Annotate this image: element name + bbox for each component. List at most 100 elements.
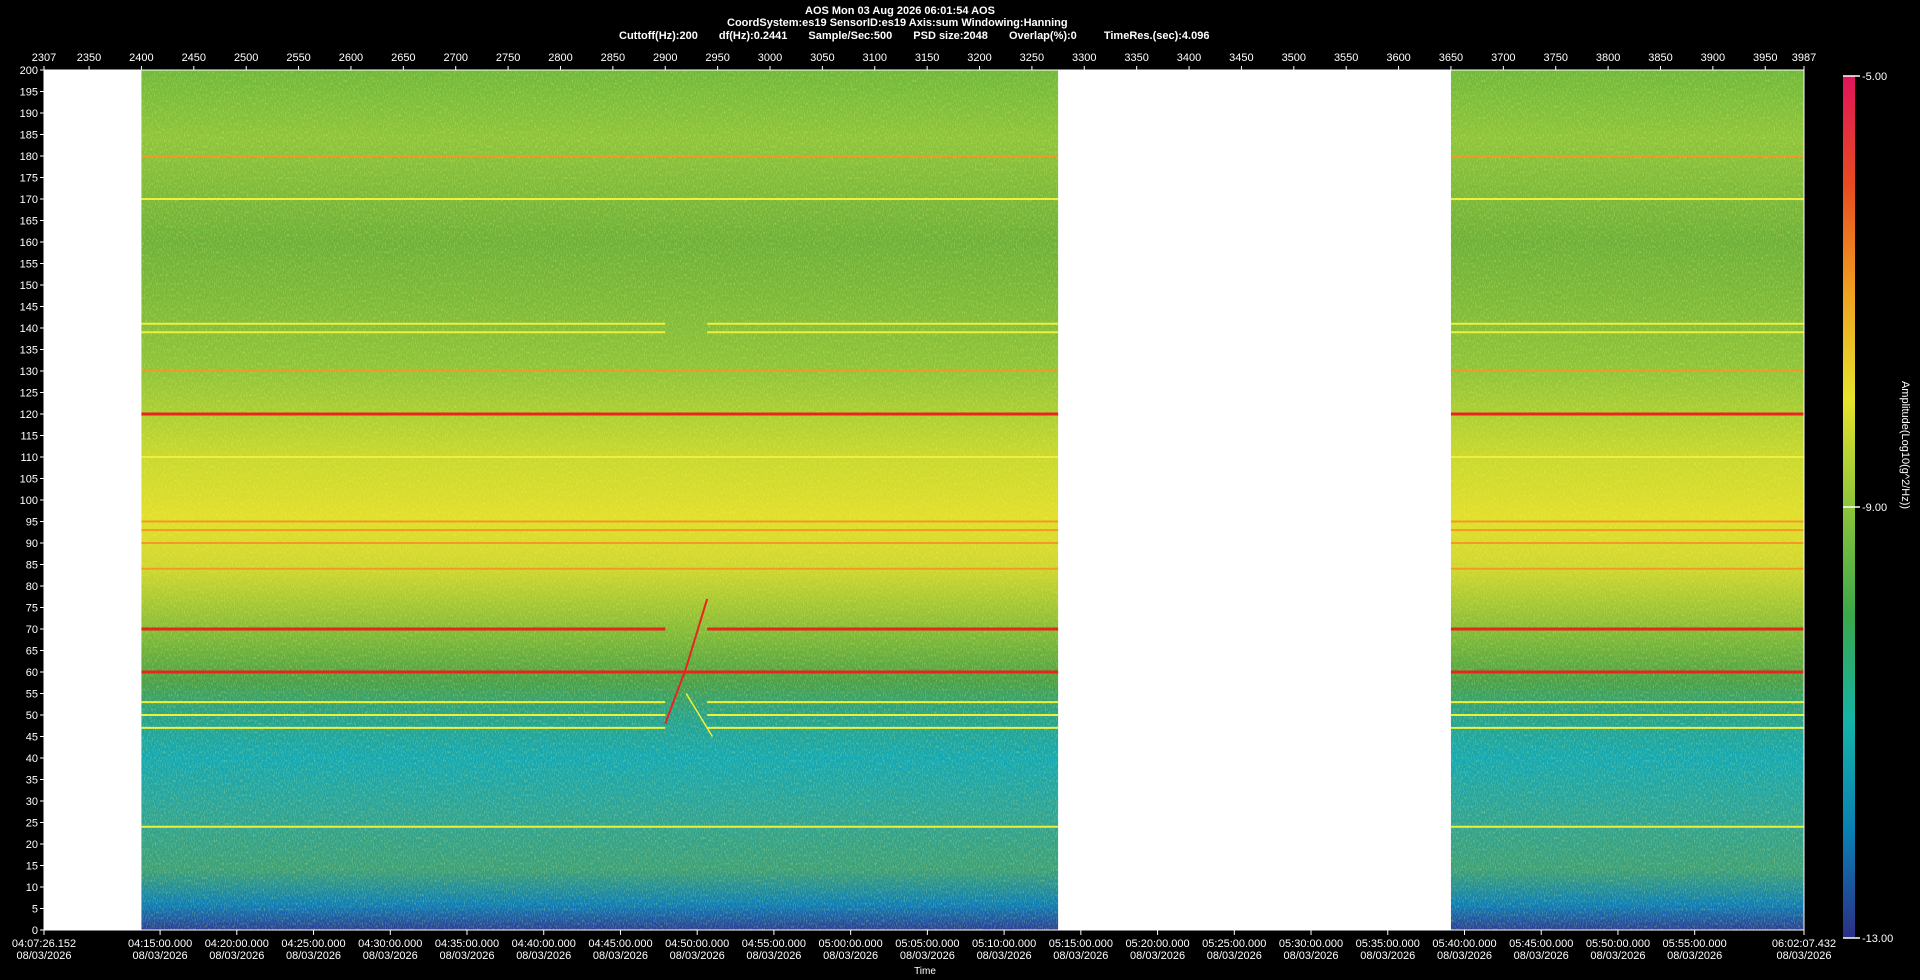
time-tick-label: 05:45:00.000: [1509, 938, 1573, 950]
top-axis: 2307 2350 2400 2450 2500 2550 2600 2650 2700 2750…: [32, 52, 1816, 70]
top-tick-label: 2400: [129, 52, 153, 64]
y-tick-label: 80: [26, 581, 38, 593]
top-tick-label: 3700: [1491, 52, 1515, 64]
time-tick-label: 04:35:00.000: [435, 938, 499, 950]
y-tick-label: 170: [20, 194, 38, 206]
time-tick-date: 08/03/2026: [133, 950, 188, 962]
y-tick-label: 145: [20, 302, 38, 314]
x-axis-label: Time: [914, 966, 936, 977]
y-tick-label: 165: [20, 216, 38, 228]
top-tick-label: 3450: [1229, 52, 1253, 64]
time-tick-date: 08/03/2026: [670, 950, 725, 962]
y-tick-label: 45: [26, 732, 38, 744]
y-tick-label: 30: [26, 796, 38, 808]
time-tick-date: 08/03/2026: [1667, 950, 1722, 962]
top-tick-label: 2600: [339, 52, 363, 64]
y-tick-label: 155: [20, 259, 38, 271]
top-tick-label: 3350: [1124, 52, 1148, 64]
y-tick-label: 5: [32, 904, 38, 916]
time-tick-label: 05:30:00.000: [1279, 938, 1343, 950]
time-tick-label: 04:55:00.000: [742, 938, 806, 950]
time-tick-label: 04:45:00.000: [588, 938, 652, 950]
time-tick-date: 08/03/2026: [1283, 950, 1338, 962]
y-tick-label: 70: [26, 624, 38, 636]
colorbar-tick-label: -13.00: [1862, 933, 1893, 945]
y-tick-label: 110: [20, 452, 38, 464]
time-tick-date: 08/03/2026: [1514, 950, 1569, 962]
top-tick-label: 2500: [234, 52, 258, 64]
time-tick-date: 08/03/2026: [1207, 950, 1262, 962]
time-tick-date: 08/03/2026: [516, 950, 571, 962]
time-tick-label: 06:02:07.432: [1772, 938, 1836, 950]
top-tick-label: 2450: [182, 52, 206, 64]
time-tick-date: 08/03/2026: [439, 950, 494, 962]
top-tick-label: 2750: [496, 52, 520, 64]
top-tick-label: 3100: [863, 52, 887, 64]
time-tick-date: 08/03/2026: [1776, 950, 1831, 962]
spectrogram-chart: 0 5 10 15 20 25 30 35 40 45 50 55 60 65 70 75 80 85 90 95 10…: [12, 52, 1911, 977]
time-tick-label: 04:25:00.000: [281, 938, 345, 950]
time-tick-date: 08/03/2026: [1437, 950, 1492, 962]
y-tick-label: 105: [20, 474, 38, 486]
y-tick-label: 200: [20, 65, 38, 77]
time-tick-date: 08/03/2026: [16, 950, 71, 962]
top-tick-label: 3050: [810, 52, 834, 64]
time-tick-label: 05:05:00.000: [895, 938, 959, 950]
y-tick-label: 50: [26, 710, 38, 722]
y-tick-label: 195: [20, 87, 38, 99]
top-tick-label: 2800: [548, 52, 572, 64]
y-tick-label: 115: [20, 431, 38, 443]
top-tick-label: 3250: [1020, 52, 1044, 64]
y-tick-label: 55: [26, 689, 38, 701]
y-axis: 0 5 10 15 20 25 30 35 40 45 50 55 60 65 70 75 80 85 90 95 10…: [20, 65, 44, 937]
y-tick-label: 125: [20, 388, 38, 400]
top-tick-label: 2550: [286, 52, 310, 64]
time-tick-label: 05:35:00.000: [1356, 938, 1420, 950]
top-tick-label: 3750: [1543, 52, 1567, 64]
time-axis: 04:07:26.15208/03/202604:15:00.00008/03/…: [12, 930, 1836, 962]
top-tick-label: 3987: [1792, 52, 1816, 64]
time-tick-date: 08/03/2026: [286, 950, 341, 962]
time-tick-label: 05:50:00.000: [1586, 938, 1650, 950]
top-tick-label: 3850: [1648, 52, 1672, 64]
colorbar-tick-label: -9.00: [1862, 502, 1887, 514]
time-tick-label: 04:20:00.000: [205, 938, 269, 950]
time-tick-date: 08/03/2026: [1053, 950, 1108, 962]
time-tick-label: 05:20:00.000: [1125, 938, 1189, 950]
top-tick-label: 3800: [1596, 52, 1620, 64]
time-tick-date: 08/03/2026: [1130, 950, 1185, 962]
top-tick-label: 3400: [1177, 52, 1201, 64]
top-tick-label: 3300: [1072, 52, 1096, 64]
y-tick-label: 160: [20, 237, 38, 249]
y-tick-label: 95: [26, 517, 38, 529]
colorbar-label: Amplitude(Log10(g^2/Hz)): [1899, 381, 1911, 509]
time-tick-label: 05:25:00.000: [1202, 938, 1266, 950]
top-tick-label: 3900: [1701, 52, 1725, 64]
colorbar: -5.00 -9.00 -13.00 Amplitude(Log10(g^2/Hz)…: [1843, 71, 1911, 945]
y-tick-label: 135: [20, 345, 38, 357]
y-tick-label: 20: [26, 839, 38, 851]
time-tick-date: 08/03/2026: [746, 950, 801, 962]
y-tick-label: 60: [26, 667, 38, 679]
top-tick-label: 3500: [1282, 52, 1306, 64]
y-tick-label: 90: [26, 538, 38, 550]
top-tick-label: 3150: [915, 52, 939, 64]
top-tick-label: 2950: [705, 52, 729, 64]
y-tick-label: 0: [32, 925, 38, 937]
y-tick-label: 25: [26, 818, 38, 830]
time-tick-date: 08/03/2026: [1360, 950, 1415, 962]
top-tick-label: 2850: [601, 52, 625, 64]
top-tick-label: 2307: [32, 52, 56, 64]
y-tick-label: 190: [20, 108, 38, 120]
top-tick-label: 3950: [1753, 52, 1777, 64]
time-tick-label: 04:15:00.000: [128, 938, 192, 950]
time-tick-date: 08/03/2026: [209, 950, 264, 962]
y-tick-label: 15: [26, 861, 38, 873]
top-tick-label: 2900: [653, 52, 677, 64]
top-tick-label: 2650: [391, 52, 415, 64]
time-tick-date: 08/03/2026: [1590, 950, 1645, 962]
top-tick-label: 2350: [77, 52, 101, 64]
y-tick-label: 130: [20, 366, 38, 378]
time-tick-label: 05:40:00.000: [1432, 938, 1496, 950]
top-tick-label: 3000: [758, 52, 782, 64]
